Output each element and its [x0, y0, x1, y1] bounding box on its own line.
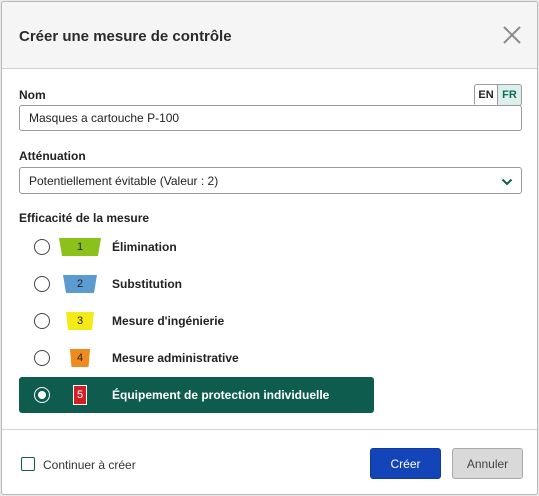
option-administrative[interactable]: 4 Mesure administrative [19, 340, 374, 376]
lang-fr-button[interactable]: FR [498, 84, 522, 106]
option-ppe[interactable]: 5 Équipement de protection individuelle [19, 377, 374, 413]
create-button[interactable]: Créer [370, 448, 441, 479]
radio-button[interactable] [34, 276, 50, 292]
option-label: Élimination [112, 240, 177, 254]
language-toggle: EN FR [474, 84, 522, 106]
attenuation-select[interactable]: Potentiellement évitable (Valeur : 2) [19, 167, 522, 194]
name-label: Nom [19, 88, 46, 102]
level-3-badge: 3 [66, 312, 94, 330]
option-label: Équipement de protection individuelle [112, 388, 330, 402]
option-engineering[interactable]: 3 Mesure d'ingénierie [19, 303, 374, 339]
name-input[interactable]: Masques a cartouche P-100 [19, 105, 522, 131]
create-control-measure-dialog: Créer une mesure de contrôle Nom EN FR M… [1, 1, 538, 495]
effectiveness-label: Efficacité de la mesure [19, 211, 150, 225]
level-5-badge: 5 [73, 385, 87, 405]
option-substitution[interactable]: 2 Substitution [19, 266, 374, 302]
lang-en-button[interactable]: EN [474, 84, 498, 106]
attenuation-label: Atténuation [19, 149, 86, 163]
dialog-header: Créer une mesure de contrôle [2, 2, 537, 69]
continue-creating-checkbox[interactable] [21, 457, 35, 471]
level-4-badge: 4 [70, 349, 90, 367]
option-elimination[interactable]: 1 Élimination [19, 229, 374, 265]
option-label: Mesure administrative [112, 351, 239, 365]
footer-divider [2, 429, 537, 430]
radio-button[interactable] [34, 313, 50, 329]
level-1-badge: 1 [59, 238, 101, 256]
radio-button[interactable] [34, 239, 50, 255]
attenuation-selected-value: Potentiellement évitable (Valeur : 2) [29, 173, 219, 188]
level-2-badge: 2 [63, 275, 97, 293]
dialog-title: Créer une mesure de contrôle [19, 28, 232, 45]
continue-creating-label: Continuer à créer [43, 458, 136, 472]
cancel-button[interactable]: Annuler [452, 448, 523, 479]
option-label: Mesure d'ingénierie [112, 314, 225, 328]
radio-button-selected[interactable] [34, 387, 50, 403]
close-icon[interactable] [501, 24, 523, 46]
chevron-down-icon [501, 176, 513, 186]
radio-button[interactable] [34, 350, 50, 366]
option-label: Substitution [112, 277, 182, 291]
